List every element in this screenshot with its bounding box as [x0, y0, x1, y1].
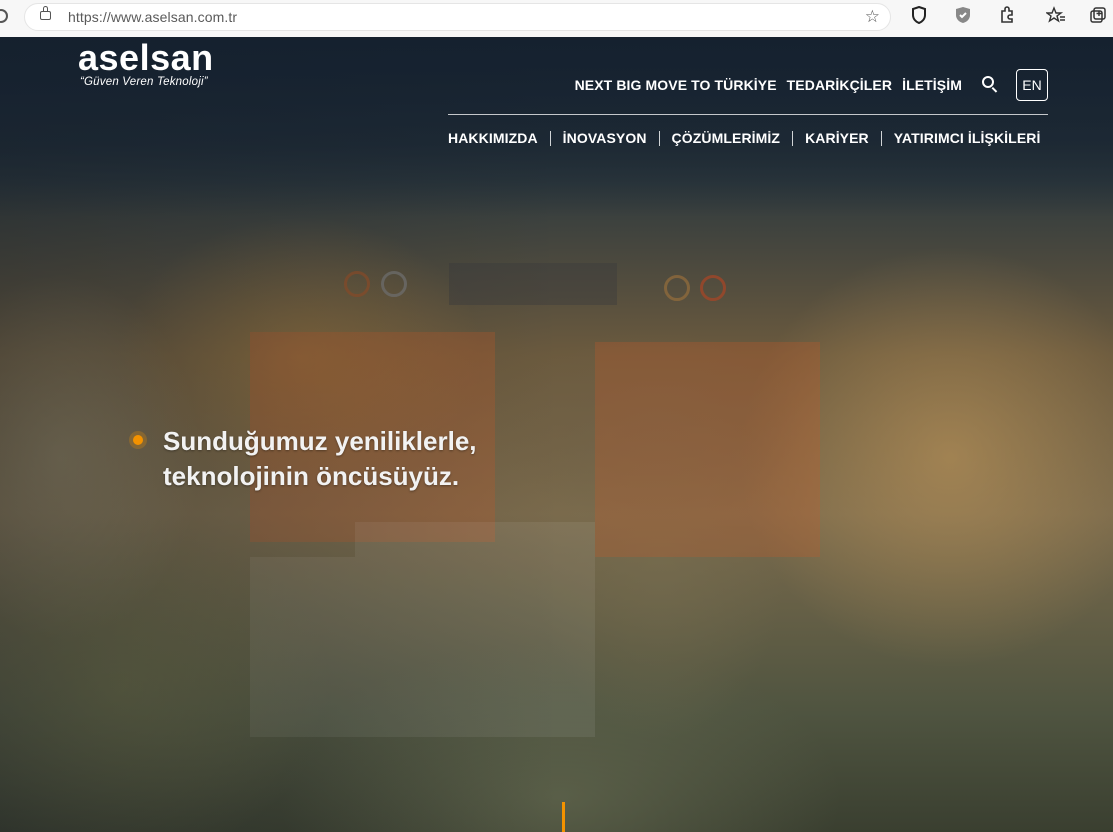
- tracking-icon[interactable]: [952, 6, 974, 28]
- address-bar[interactable]: https://www.aselsan.com.tr ☆: [24, 3, 891, 31]
- collections-icon[interactable]: [1088, 6, 1110, 28]
- scroll-indicator[interactable]: [562, 802, 565, 832]
- url-text[interactable]: https://www.aselsan.com.tr: [68, 9, 237, 25]
- shield-icon[interactable]: [908, 5, 930, 28]
- headline-line: teknolojinin öncüsüyüz.: [163, 461, 460, 491]
- logo-tagline: “Güven Veren Teknoloji”: [80, 76, 208, 88]
- nav-divider: [448, 114, 1048, 115]
- lock-icon[interactable]: [40, 6, 51, 20]
- nav-yatirimci-iliskileri[interactable]: YATIRIMCI İLİŞKİLERİ: [894, 130, 1041, 146]
- top-nav: NEXT BIG MOVE TO TÜRKİYE TEDARİKÇİLER İL…: [565, 69, 1048, 101]
- aselsan-logo[interactable]: aselsan “Güven Veren Teknoloji”: [78, 37, 214, 89]
- main-nav: HAKKIMIZDA İNOVASYON ÇÖZÜMLERİMİZ KARİYE…: [448, 130, 1040, 146]
- nav-separator: [658, 130, 660, 146]
- favorites-icon[interactable]: [1044, 6, 1067, 28]
- headline-line: Sunduğumuz yeniliklerle,: [163, 426, 477, 456]
- nav-iletisim[interactable]: İLETİŞİM: [902, 77, 962, 93]
- nav-hakkimizda[interactable]: HAKKIMIZDA: [448, 130, 538, 146]
- language-toggle[interactable]: EN: [1016, 69, 1048, 101]
- hero-image-detail: [700, 275, 726, 301]
- logo-name: aselsan: [78, 37, 214, 78]
- favorite-add-icon[interactable]: ☆: [865, 7, 880, 27]
- extensions-icon[interactable]: [996, 6, 1018, 28]
- nav-kariyer[interactable]: KARİYER: [805, 130, 869, 146]
- browser-toolbar: https://www.aselsan.com.tr ☆: [0, 0, 1113, 38]
- search-icon[interactable]: [982, 76, 1000, 94]
- hero-image-detail: [664, 275, 690, 301]
- nav-next-big-move[interactable]: NEXT BIG MOVE TO TÜRKİYE: [575, 77, 777, 93]
- nav-separator: [880, 130, 882, 146]
- nav-inovasyon[interactable]: İNOVASYON: [563, 130, 647, 146]
- nav-separator: [549, 130, 551, 146]
- nav-cozumlerimiz[interactable]: ÇÖZÜMLERİMİZ: [672, 130, 781, 146]
- nav-tedarikciler[interactable]: TEDARİKÇİLER: [787, 77, 892, 93]
- reload-icon[interactable]: [0, 9, 8, 23]
- hero-headline: Sunduğumuz yeniliklerle, teknolojinin ön…: [163, 424, 477, 494]
- slide-bullet-icon: [133, 435, 143, 445]
- hero-image-detail: [595, 342, 820, 557]
- nav-separator: [792, 130, 794, 146]
